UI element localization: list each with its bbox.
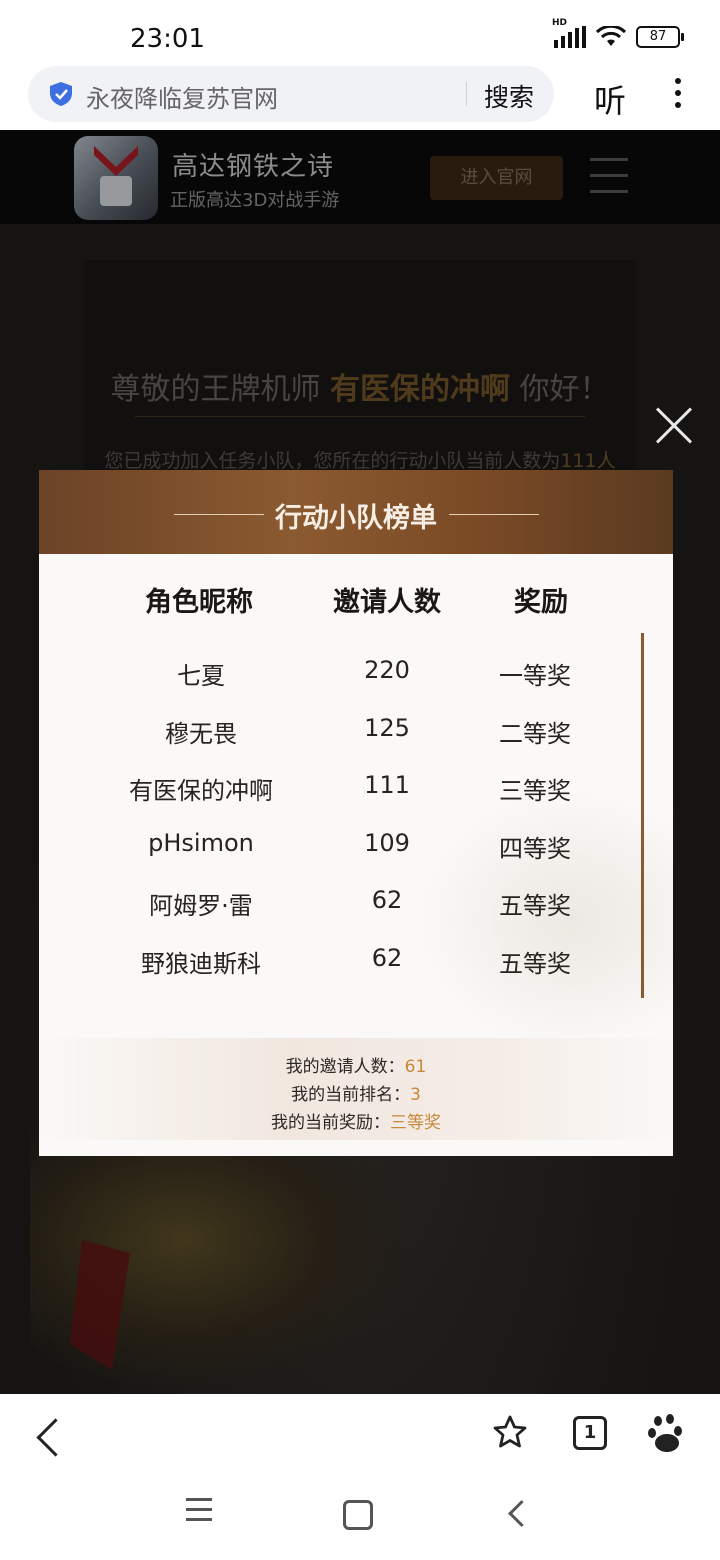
- row-reward: 二等奖: [499, 720, 571, 748]
- close-icon[interactable]: [654, 406, 694, 446]
- leaderboard-list[interactable]: 七夏 220 一等奖 穆无畏 125 二等奖 有医保的冲啊 111 三等奖 pH…: [39, 630, 673, 1000]
- row-name: 七夏: [177, 662, 225, 690]
- tabs-button[interactable]: 1: [573, 1416, 607, 1450]
- battery-icon: 87: [636, 26, 684, 48]
- divider: [466, 82, 467, 106]
- table-row: 穆无畏 125 二等奖: [39, 700, 673, 758]
- my-summary: 我的邀请人数：61 我的当前排名：3 我的当前奖励：三等奖: [39, 1038, 673, 1140]
- search-button[interactable]: 搜索: [484, 78, 534, 114]
- address-bar[interactable]: 永夜降临复苏官网 搜索: [28, 66, 554, 122]
- listen-button[interactable]: 听: [594, 76, 626, 122]
- row-reward: 五等奖: [499, 892, 571, 920]
- row-reward: 四等奖: [499, 835, 571, 863]
- row-name: 有医保的冲啊: [129, 777, 273, 805]
- table-row: 有医保的冲啊 111 三等奖: [39, 757, 673, 815]
- my-invites-value: 61: [404, 1057, 427, 1077]
- network-type: HD: [552, 18, 568, 28]
- column-reward: 奖励: [514, 587, 568, 618]
- row-name: 阿姆罗·雷: [149, 892, 253, 920]
- page-title[interactable]: 永夜降临复苏官网: [86, 79, 278, 114]
- title-line-right: [449, 514, 539, 515]
- clock: 23:01: [130, 24, 205, 54]
- column-name: 角色昵称: [145, 587, 253, 618]
- row-name: 野狼迪斯科: [141, 950, 261, 978]
- my-rank-value: 3: [410, 1085, 421, 1105]
- modal-header: 行动小队榜单: [39, 470, 673, 554]
- modal-title: 行动小队榜单: [275, 503, 437, 534]
- my-rank-label: 我的当前排名：: [291, 1085, 411, 1105]
- my-rank: 我的当前排名：3: [39, 1080, 673, 1105]
- wifi-icon: [596, 26, 626, 46]
- shield-icon: [50, 82, 72, 106]
- signal-icon: HD: [552, 18, 586, 48]
- my-invites: 我的邀请人数：61: [39, 1052, 673, 1077]
- table-row: 阿姆罗·雷 62 五等奖: [39, 872, 673, 930]
- back-icon[interactable]: [36, 1418, 75, 1457]
- my-invites-label: 我的邀请人数：: [285, 1057, 405, 1077]
- table-row: 野狼迪斯科 62 五等奖: [39, 930, 673, 988]
- nav-back-icon[interactable]: [508, 1500, 535, 1527]
- baidu-paw-icon[interactable]: [648, 1414, 688, 1454]
- row-name: 穆无畏: [165, 720, 237, 748]
- browser-bottom-bar: 1: [0, 1394, 720, 1560]
- nav-home-icon[interactable]: [343, 1500, 373, 1530]
- my-reward: 我的当前奖励：三等奖: [39, 1108, 673, 1133]
- row-name: pHsimon: [148, 829, 254, 857]
- row-reward: 一等奖: [499, 662, 571, 690]
- scrollbar[interactable]: [641, 633, 644, 998]
- row-reward: 五等奖: [499, 950, 571, 978]
- table-row: pHsimon 109 四等奖: [39, 815, 673, 873]
- status-icons: HD 87: [552, 18, 684, 48]
- my-reward-value: 三等奖: [390, 1113, 441, 1133]
- leaderboard-modal: 行动小队榜单 角色昵称 邀请人数 奖励 七夏 220 一等奖 穆无畏 125 二…: [39, 470, 673, 1156]
- nav-menu-icon[interactable]: [186, 1498, 212, 1528]
- row-reward: 三等奖: [499, 777, 571, 805]
- status-bar: 23:01 HD 87: [0, 0, 720, 66]
- table-row: 七夏 220 一等奖: [39, 642, 673, 700]
- my-reward-label: 我的当前奖励：: [271, 1113, 390, 1133]
- more-icon[interactable]: [668, 78, 688, 114]
- table-header: 角色昵称 邀请人数 奖励: [39, 580, 673, 620]
- star-icon[interactable]: [492, 1414, 528, 1450]
- browser-toolbar: 永夜降临复苏官网 搜索 听: [0, 66, 720, 130]
